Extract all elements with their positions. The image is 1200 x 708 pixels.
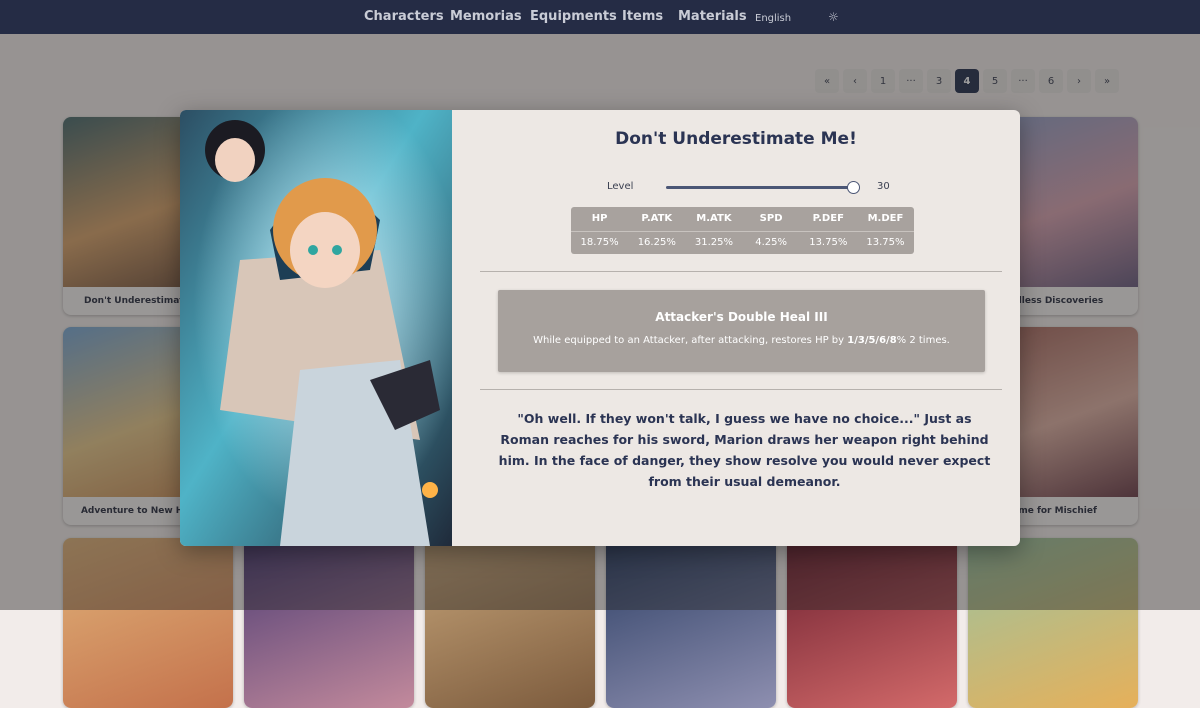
- level-value: 30: [877, 181, 890, 192]
- stat-header: P.DEF: [812, 213, 844, 224]
- stat-value: 13.75%: [809, 237, 848, 248]
- memoria-detail-modal: Don't Underestimate Me! Level 30 HP P.AT…: [180, 110, 1020, 546]
- stat-value: 31.25%: [694, 237, 733, 248]
- stat-header: P.ATK: [641, 213, 673, 224]
- nav-characters[interactable]: Characters: [364, 9, 444, 24]
- memoria-artwork: [180, 110, 452, 546]
- level-label: Level: [607, 181, 634, 192]
- divider: [480, 389, 1002, 390]
- skill-desc-prefix: While equipped to an Attacker, after att…: [533, 335, 848, 346]
- level-slider-thumb[interactable]: [847, 181, 860, 194]
- stat-header: SPD: [759, 213, 783, 224]
- modal-content: Don't Underestimate Me! Level 30 HP P.AT…: [452, 110, 1020, 546]
- stats-header-row: HP P.ATK M.ATK SPD P.DEF M.DEF: [571, 207, 914, 231]
- stat-header: M.ATK: [696, 213, 732, 224]
- skill-desc-values: 1/3/5/6/8: [847, 335, 897, 346]
- sun-icon[interactable]: ☼: [828, 10, 839, 24]
- stat-header: HP: [591, 213, 608, 224]
- skill-name: Attacker's Double Heal III: [655, 310, 828, 324]
- language-selector[interactable]: English: [755, 13, 791, 24]
- skill-box: Attacker's Double Heal III While equippe…: [498, 290, 985, 372]
- level-slider[interactable]: [666, 186, 852, 189]
- skill-desc-suffix: % 2 times.: [896, 335, 950, 346]
- stats-value-row: 18.75% 16.25% 31.25% 4.25% 13.75% 13.75%: [571, 231, 914, 254]
- flavor-text: "Oh well. If they won't talk, I guess we…: [498, 411, 991, 489]
- stat-value: 4.25%: [755, 237, 787, 248]
- divider: [480, 271, 1002, 272]
- stat-value: 13.75%: [866, 237, 905, 248]
- skill-description: While equipped to an Attacker, after att…: [498, 335, 985, 346]
- nav-equipments[interactable]: Equipments: [530, 9, 617, 24]
- stats-table: HP P.ATK M.ATK SPD P.DEF M.DEF 18.75% 16…: [571, 207, 914, 254]
- nav-memorias[interactable]: Memorias: [450, 9, 522, 24]
- nav-items[interactable]: Items: [622, 9, 663, 24]
- stat-value: 18.75%: [580, 237, 619, 248]
- nav-materials[interactable]: Materials: [678, 9, 747, 24]
- stat-header: M.DEF: [867, 213, 904, 224]
- memoria-title: Don't Underestimate Me!: [615, 129, 857, 149]
- top-nav: Characters Memorias Equipments Items Mat…: [0, 0, 1200, 34]
- stat-value: 16.25%: [637, 237, 676, 248]
